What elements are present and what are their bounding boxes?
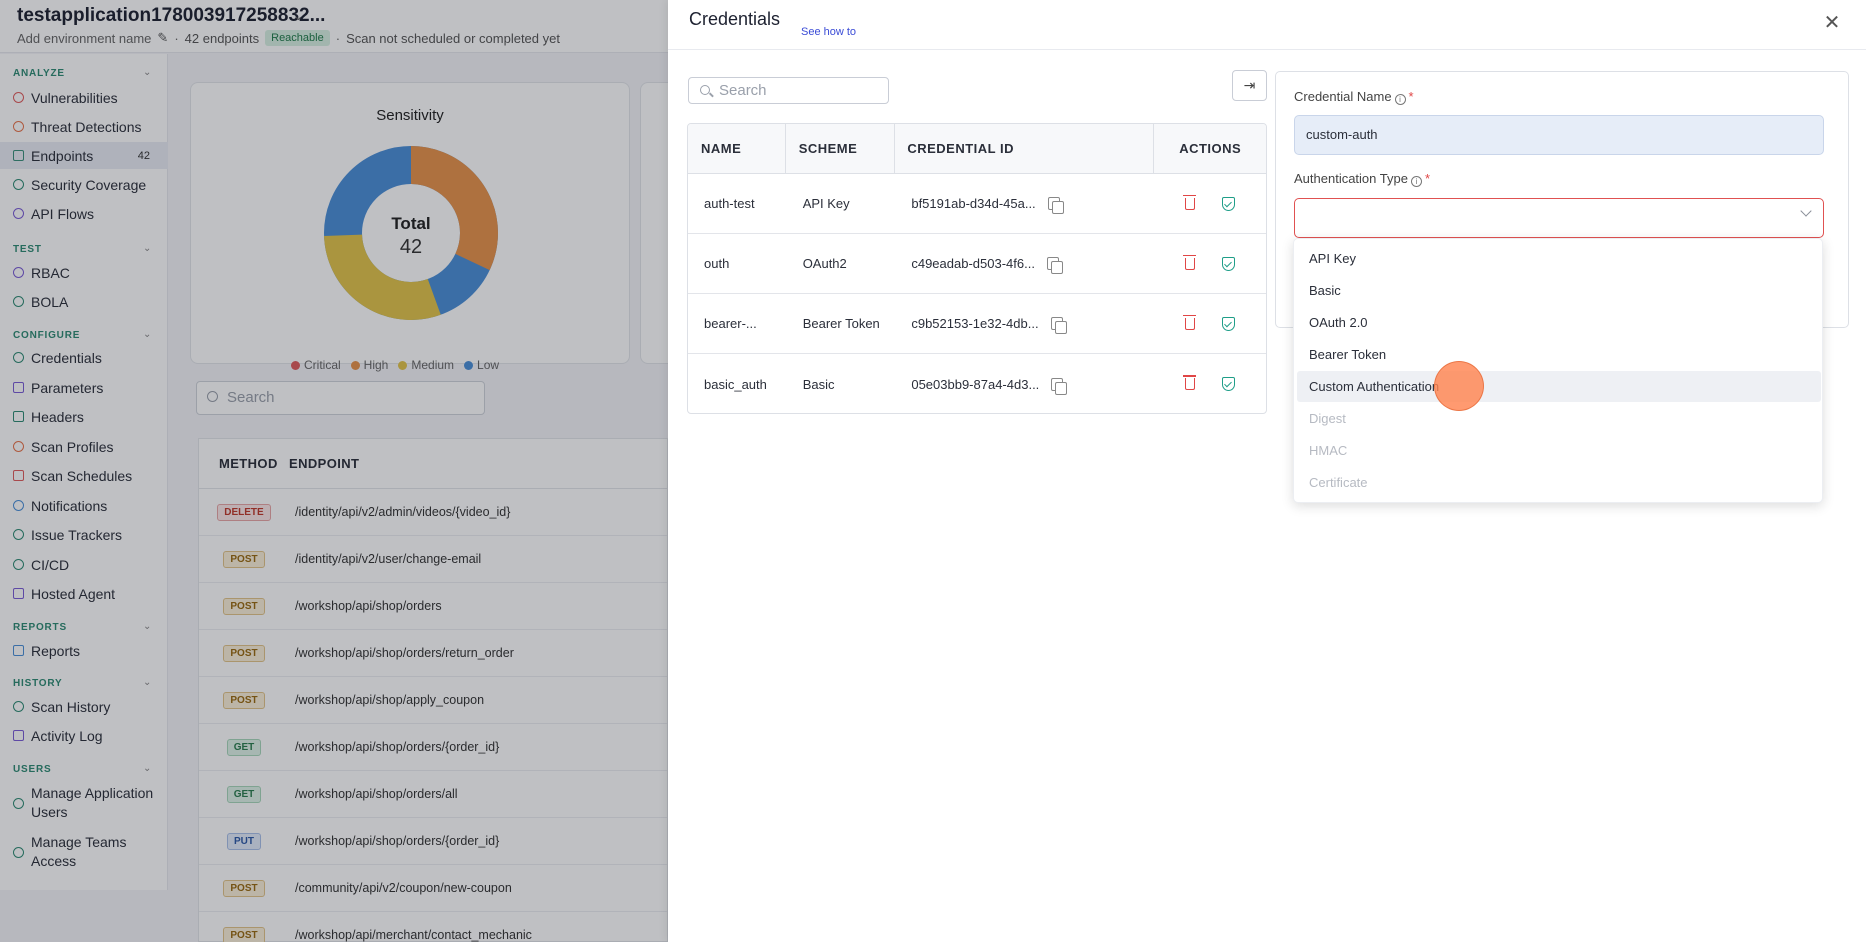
dropdown-option-api-key[interactable]: API Key: [1297, 243, 1821, 274]
dropdown-option-oauth-2-0[interactable]: OAuth 2.0: [1297, 307, 1821, 338]
table-row[interactable]: auth-test API Key bf5191ab-d34d-45a...: [688, 174, 1266, 234]
copy-icon[interactable]: [1050, 317, 1067, 334]
actions-cell: [1154, 254, 1266, 271]
credential-id-text: c9b52153-1e32-4db...: [911, 316, 1039, 331]
dropdown-option-bearer-token[interactable]: Bearer Token: [1297, 339, 1821, 370]
chevron-down-icon: [1800, 205, 1812, 217]
verify-shield-icon[interactable]: [1222, 377, 1236, 391]
label-text: Credential Name: [1294, 89, 1392, 104]
credentials-table: NAME SCHEME CREDENTIAL ID ACTIONS auth-t…: [687, 123, 1267, 414]
dropdown-option-digest: Digest: [1309, 411, 1346, 426]
credential-name-label: Credential Name i *: [1294, 89, 1414, 105]
credential-id-text: c49eadab-d503-4f6...: [911, 256, 1035, 271]
delete-icon[interactable]: [1183, 194, 1197, 210]
required-mark: *: [1424, 171, 1431, 186]
credential-scheme-cell: Bearer Token: [802, 316, 880, 331]
credential-id-text: bf5191ab-d34d-45a...: [911, 196, 1036, 211]
see-how-link[interactable]: See how to: [801, 26, 856, 38]
credential-scheme-cell: OAuth2: [802, 256, 847, 271]
dropdown-option-basic[interactable]: Basic: [1297, 275, 1821, 306]
dropdown-option-custom-authentication[interactable]: Custom Authentication: [1297, 371, 1821, 402]
credential-name-cell: bearer-...: [704, 316, 757, 331]
dropdown-option-hmac: HMAC: [1309, 443, 1348, 458]
actions-cell: [1154, 375, 1266, 391]
column-name[interactable]: NAME: [688, 124, 786, 173]
authentication-type-select[interactable]: [1294, 198, 1824, 238]
drawer-title: Credentials: [689, 9, 781, 29]
credentials-table-body: auth-test API Key bf5191ab-d34d-45a... outh…: [688, 174, 1266, 413]
verify-shield-icon[interactable]: [1222, 316, 1236, 331]
column-scheme[interactable]: SCHEME: [786, 124, 896, 173]
column-actions: ACTIONS: [1179, 141, 1242, 156]
credential-id-cell: bf5191ab-d34d-45a...: [895, 196, 1154, 214]
credential-name-cell: auth-test: [704, 196, 755, 211]
authentication-type-dropdown: API Key Basic OAuth 2.0 Bearer Token Custom …: [1293, 238, 1823, 503]
collapse-panel-button[interactable]: ⇥: [1232, 70, 1267, 101]
credential-name-cell: outh: [704, 256, 730, 271]
copy-icon[interactable]: [1047, 197, 1064, 214]
search-placeholder: Search: [719, 82, 767, 99]
info-icon[interactable]: i: [1394, 94, 1406, 105]
close-icon[interactable]: ✕: [1821, 12, 1843, 34]
table-row[interactable]: basic_auth Basic 05e03bb9-87a4-4d3...: [688, 354, 1266, 413]
table-row[interactable]: outh OAuth2 c49eadab-d503-4f6...: [688, 234, 1266, 294]
delete-icon[interactable]: [1183, 254, 1197, 270]
verify-shield-icon[interactable]: [1222, 256, 1236, 271]
modal-backdrop[interactable]: [0, 0, 668, 942]
credential-id-cell: c9b52153-1e32-4db...: [895, 316, 1154, 334]
credential-name-input[interactable]: custom-auth: [1294, 115, 1824, 155]
search-icon: [700, 85, 710, 95]
delete-icon[interactable]: [1183, 375, 1197, 390]
credential-id-cell: c49eadab-d503-4f6...: [895, 256, 1154, 274]
credentials-search-input[interactable]: Search: [688, 77, 889, 104]
verify-shield-icon[interactable]: [1222, 196, 1236, 211]
credential-id-text: 05e03bb9-87a4-4d3...: [911, 376, 1040, 392]
credential-id-cell: 05e03bb9-87a4-4d3...: [895, 376, 1154, 395]
credential-scheme-cell: Basic: [802, 376, 835, 392]
drawer-header: Credentials See how to ✕: [668, 0, 1866, 50]
table-row[interactable]: bearer-... Bearer Token c9b52153-1e32-4db.…: [688, 294, 1266, 354]
copy-icon[interactable]: [1051, 377, 1068, 395]
collapse-right-icon: ⇥: [1243, 77, 1256, 93]
column-credential-id[interactable]: CREDENTIAL ID: [895, 124, 1155, 173]
label-text: Authentication Type: [1294, 171, 1408, 186]
authentication-type-label: Authentication Type i *: [1294, 171, 1430, 187]
copy-icon[interactable]: [1046, 257, 1063, 274]
actions-cell: [1154, 314, 1266, 331]
delete-icon[interactable]: [1183, 314, 1197, 330]
actions-cell: [1154, 194, 1266, 211]
credentials-table-header: NAME SCHEME CREDENTIAL ID ACTIONS: [688, 124, 1266, 174]
dropdown-option-certificate: Certificate: [1309, 475, 1368, 490]
required-mark: *: [1408, 89, 1414, 104]
credential-name-cell: basic_auth: [704, 376, 767, 392]
info-icon[interactable]: i: [1410, 176, 1422, 187]
credential-scheme-cell: API Key: [802, 196, 850, 211]
